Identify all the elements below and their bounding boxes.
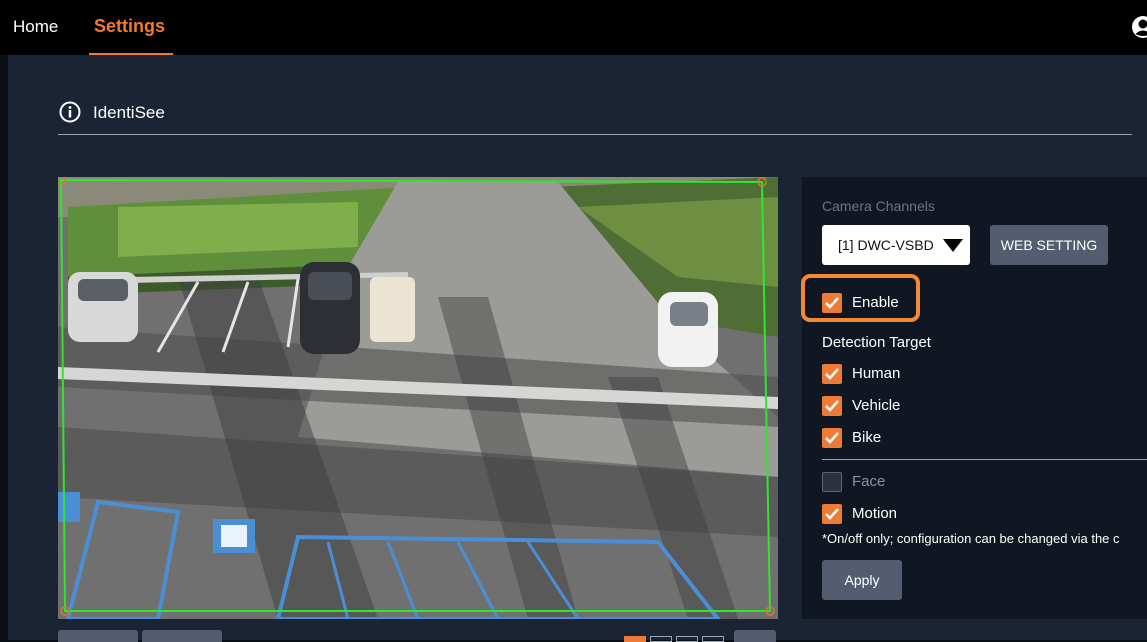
bike-label: Bike bbox=[852, 429, 881, 446]
camera-channel-value: [1] DWC-VSBD bbox=[838, 237, 934, 253]
human-label: Human bbox=[852, 365, 900, 382]
checkmark-icon bbox=[824, 431, 840, 445]
camera-channels-label: Camera Channels bbox=[822, 198, 935, 214]
motion-label: Motion bbox=[852, 505, 897, 522]
top-nav-bar: Home Settings bbox=[0, 0, 1147, 55]
panel-divider bbox=[822, 459, 1147, 460]
detection-target-label: Detection Target bbox=[822, 334, 931, 351]
config-note: *On/off only; configuration can be chang… bbox=[822, 531, 1120, 546]
web-setting-button[interactable]: WEB SETTING bbox=[990, 225, 1108, 265]
enable-checkbox[interactable] bbox=[822, 293, 842, 313]
vehicle-checkbox[interactable] bbox=[822, 396, 842, 416]
bike-checkbox[interactable] bbox=[822, 428, 842, 448]
page-title: IdentiSee bbox=[93, 103, 165, 123]
checkmark-icon bbox=[824, 399, 840, 413]
video-toolbar-button-2[interactable] bbox=[142, 630, 222, 642]
user-icon[interactable] bbox=[1131, 15, 1147, 39]
checkmark-icon bbox=[824, 507, 840, 521]
checkmark-icon bbox=[824, 296, 840, 310]
info-icon bbox=[59, 101, 81, 123]
pager-item-3[interactable] bbox=[676, 636, 698, 642]
pager-item-1[interactable] bbox=[624, 636, 646, 642]
checkmark-icon bbox=[824, 367, 840, 381]
dropdown-arrow-icon bbox=[943, 239, 963, 252]
apply-button[interactable]: Apply bbox=[822, 560, 902, 600]
vehicle-label: Vehicle bbox=[852, 397, 900, 414]
face-label: Face bbox=[852, 473, 885, 490]
nav-home[interactable]: Home bbox=[13, 17, 58, 37]
pager-next-button[interactable] bbox=[734, 630, 776, 642]
human-checkbox[interactable] bbox=[822, 364, 842, 384]
pager-item-4[interactable] bbox=[702, 636, 724, 642]
camera-channel-select[interactable]: [1] DWC-VSBD bbox=[822, 225, 970, 265]
video-toolbar-button-1[interactable] bbox=[58, 630, 138, 642]
nav-settings[interactable]: Settings bbox=[94, 16, 165, 37]
face-checkbox[interactable] bbox=[822, 472, 842, 492]
camera-video-preview[interactable] bbox=[58, 177, 778, 619]
motion-checkbox[interactable] bbox=[822, 504, 842, 524]
pager-item-2[interactable] bbox=[650, 636, 672, 642]
enable-label: Enable bbox=[852, 294, 899, 311]
title-divider bbox=[58, 134, 1132, 135]
